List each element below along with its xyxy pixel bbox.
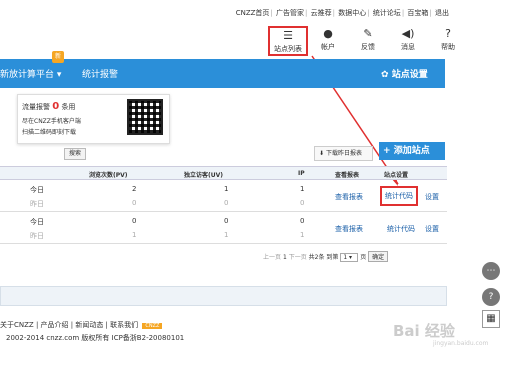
popup-line2: 尽在CNZZ手机客户端 <box>22 118 81 125</box>
info-panel <box>0 286 447 306</box>
view-report-link[interactable]: 查看报表 <box>335 192 363 202</box>
qr-icon[interactable]: ▦ <box>482 310 500 328</box>
popup-line3: 扫描二维码即刻下载 <box>22 129 77 136</box>
alert-count: 0 <box>52 101 60 112</box>
footer-links: 关于CNZZ | 产品介绍 | 新闻动态 | 联系我们 CNZZ <box>0 320 163 330</box>
row-divider <box>0 211 447 212</box>
search-button[interactable]: 搜索 <box>64 148 86 160</box>
site-settings-link[interactable]: ✿ 站点设置 <box>381 67 428 80</box>
tracking-code-link[interactable]: 统计代码 <box>387 224 415 234</box>
row-divider <box>0 243 447 244</box>
cnzz-logo: CNZZ <box>142 323 163 329</box>
baidu-watermark: Bai 经验 <box>393 322 455 340</box>
confirm-button[interactable]: 确定 <box>368 251 389 262</box>
main-nav: 新放计算平台 ▾ 新 统计报警 ✿ 站点设置 <box>0 51 445 88</box>
baidu-watermark-url: jingyan.baidu.com <box>433 340 489 347</box>
plus-icon: + <box>383 146 394 156</box>
nav-report-alerts[interactable]: 统计报警 <box>82 67 118 80</box>
help-icon[interactable]: ? <box>482 288 500 306</box>
table-row: 今日 2 1 1 昨日 0 0 0 查看报表 统计代码 设置 <box>30 185 439 208</box>
add-site-button[interactable]: + 添加站点 <box>379 142 445 160</box>
settings-link[interactable]: 设置 <box>425 224 439 234</box>
new-badge: 新 <box>52 51 64 63</box>
copyright: 2002-2014 cnzz.com 版权所有 ICP备浙B2-20080101 <box>6 334 185 342</box>
prev-page-link[interactable]: 上一页 <box>263 254 281 261</box>
current-page[interactable]: 1 <box>283 254 287 261</box>
table-header: 浏览次数(PV) 独立访客(UV) IP 查看报表 站点设置 <box>0 166 447 180</box>
nav-platform[interactable]: 新放计算平台 ▾ <box>0 67 61 80</box>
page-select[interactable]: 1 ▾ <box>340 253 359 262</box>
next-page-link[interactable]: 下一页 <box>289 254 307 261</box>
gear-icon: ✿ <box>381 70 392 80</box>
download-report-button[interactable]: ⬇ 下载昨日报表 <box>314 146 373 161</box>
settings-link[interactable]: 设置 <box>425 192 439 202</box>
download-icon: ⬇ <box>319 150 326 157</box>
tracking-code-link[interactable]: 统计代码 <box>380 186 418 206</box>
pagination: 上一页 1 下一页 共2条 到第 1 ▾ 页 确定 <box>263 251 389 262</box>
chat-icon[interactable]: ⋯ <box>482 262 500 280</box>
view-report-link[interactable]: 查看报表 <box>335 224 363 234</box>
table-row: 今日 0 0 0 昨日 1 1 1 查看报表 统计代码 设置 <box>30 217 439 240</box>
qr-code <box>127 99 163 135</box>
